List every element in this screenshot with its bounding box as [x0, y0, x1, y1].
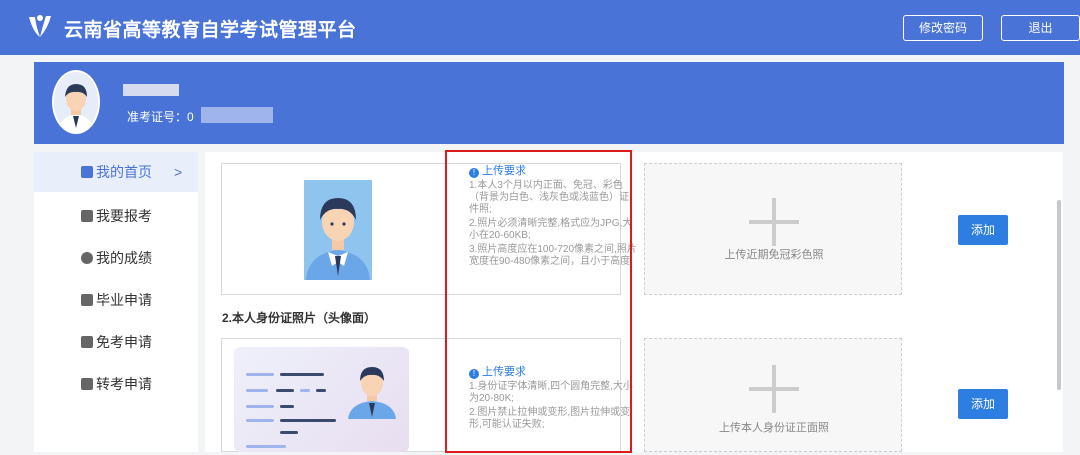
graduation-icon — [81, 294, 93, 306]
add-id-photo-button[interactable]: 添加 — [958, 389, 1008, 419]
sidebar-item-label: 我的首页 — [96, 164, 152, 180]
home-icon — [81, 166, 93, 178]
top-bar: 云南省高等教育自学考试管理平台 修改密码 退出 — [0, 0, 1080, 55]
sidebar-item-label: 我要报考 — [96, 208, 152, 224]
photo-upload-area[interactable]: 上传近期免冠彩色照 — [644, 163, 902, 295]
id-card-sample — [234, 347, 409, 452]
exam-number-label: 准考证号：0 — [127, 110, 194, 124]
profile-banner: 准考证号：0 — [34, 62, 1064, 144]
name-redacted — [123, 84, 179, 96]
id-card-line — [246, 373, 274, 376]
register-icon — [81, 210, 93, 222]
id-upload-area[interactable]: 上传本人身份证正面照 — [644, 338, 902, 452]
id-portrait-icon — [348, 367, 396, 419]
sidebar-item-exemption[interactable]: 免考申请 — [34, 322, 198, 362]
sidebar-item-graduation[interactable]: 毕业申请 — [34, 280, 198, 320]
id-upload-label: 上传本人身份证正面照 — [719, 422, 829, 434]
exemption-icon — [81, 336, 93, 348]
sidebar-item-label: 我的成绩 — [96, 250, 152, 266]
photo-upload-label: 上传近期免冠彩色照 — [724, 249, 824, 261]
highlight-box — [445, 150, 632, 453]
sidebar-item-label: 毕业申请 — [96, 292, 152, 308]
id-card-line — [316, 389, 326, 392]
avatar — [52, 70, 100, 134]
plus-icon-vertical — [772, 365, 776, 413]
sidebar: 我的首页 > 我要报考 我的成绩 毕业申请 免考申请 转考申请 — [34, 152, 198, 452]
transfer-icon — [81, 378, 93, 390]
change-password-button[interactable]: 修改密码 — [903, 15, 983, 41]
chevron-right-icon: > — [174, 164, 183, 180]
sidebar-item-label: 转考申请 — [96, 376, 152, 392]
sample-photo-icon — [304, 180, 372, 280]
id-card-line — [280, 419, 336, 422]
site-title: 云南省高等教育自学考试管理平台 — [64, 20, 357, 41]
platform-logo-icon — [29, 15, 51, 37]
sidebar-item-scores[interactable]: 我的成绩 — [34, 238, 198, 278]
id-card-line — [246, 419, 274, 422]
id-card-line — [246, 445, 286, 448]
score-icon — [81, 252, 93, 264]
sidebar-item-transfer[interactable]: 转考申请 — [34, 364, 198, 404]
id-card-line — [246, 389, 268, 392]
sidebar-item-register[interactable]: 我要报考 — [34, 196, 198, 236]
id-section-title: 2.本人身份证照片（头像面） — [222, 311, 377, 325]
main-panel: ! 上传要求 1.本人3个月以内正面、免冠、彩色（背景为白色、浅灰色或浅蓝色）证件… — [205, 152, 1063, 452]
sidebar-item-label: 免考申请 — [96, 334, 152, 350]
plus-icon-vertical — [772, 198, 776, 246]
id-card-line — [246, 405, 274, 408]
user-avatar-icon — [54, 72, 98, 132]
add-photo-button[interactable]: 添加 — [958, 215, 1008, 245]
sidebar-item-home[interactable]: 我的首页 > — [34, 152, 198, 192]
id-card-line — [276, 389, 294, 392]
scrollbar[interactable] — [1057, 200, 1061, 390]
id-card-line — [300, 389, 310, 392]
id-card-line — [280, 373, 324, 376]
logout-button[interactable]: 退出 — [1001, 15, 1080, 41]
exam-number-redacted — [201, 107, 273, 123]
id-card-line — [280, 431, 298, 434]
id-card-line — [280, 405, 294, 408]
